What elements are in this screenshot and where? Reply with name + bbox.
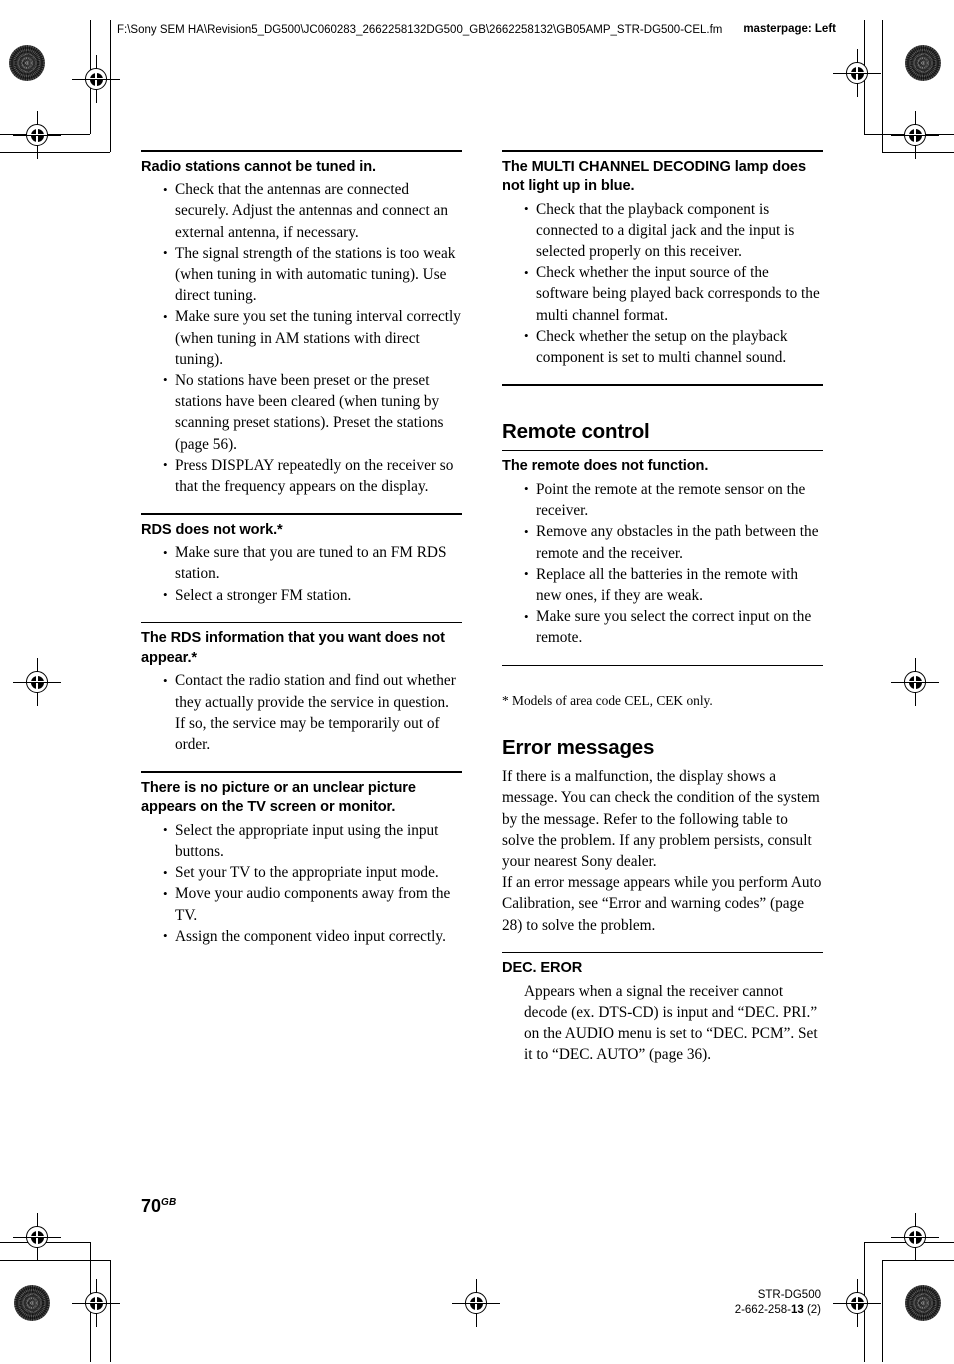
section-heading: The remote does not function.: [502, 458, 709, 475]
bullet-list: Check that the antennas are connected se…: [141, 179, 462, 497]
masterpage-label: masterpage: Left: [743, 23, 836, 35]
section-rds-not-work: RDS does not work.* Make sure that you a…: [141, 513, 462, 606]
document-code: 2-662-258-13 (2): [735, 1303, 821, 1318]
section-heading: The MULTI CHANNEL DECODING lamp does not…: [502, 158, 806, 195]
document-code-prefix: 2-662-258-: [734, 1303, 791, 1316]
section-rds-information: The RDS information that you want does n…: [141, 621, 462, 755]
list-item: Move your audio components away from the…: [163, 883, 462, 925]
bullet-list: Check that the playback component is con…: [502, 198, 823, 369]
section-title: Error messages: [502, 736, 655, 760]
list-item: Remove any obstacles in the path between…: [524, 521, 823, 563]
crop-mark-top-left: [0, 20, 120, 200]
error-code-description: Appears when a signal the receiver canno…: [524, 982, 818, 1064]
list-item: Set your TV to the appropriate input mod…: [163, 862, 462, 883]
page-number-value: 70: [141, 1196, 162, 1216]
document-code-revision: 13: [790, 1303, 804, 1316]
list-item: The signal strength of the stations is t…: [163, 242, 462, 307]
section-heading: Radio stations cannot be tuned in.: [141, 158, 376, 175]
list-item: Replace all the batteries in the remote …: [524, 563, 823, 606]
list-item: Assign the component video input correct…: [163, 925, 462, 947]
list-item: Check whether the setup on the playback …: [524, 325, 823, 368]
error-code-heading: DEC. EROR: [502, 960, 583, 977]
list-item: Check that the playback component is con…: [524, 198, 823, 263]
crop-mark-top-right: [834, 20, 954, 200]
registration-mark-top-left: [72, 55, 120, 103]
section-rule: [141, 513, 462, 515]
registration-mark-lower-left-edge: [13, 1213, 61, 1261]
bullet-list: Make sure that you are tuned to an FM RD…: [141, 542, 462, 606]
color-rosette-top-left: [9, 45, 45, 81]
footnote-area-code: * Models of area code CEL, CEK only.: [502, 693, 713, 709]
printed-page: F:\Sony SEM HA\Revision5_DG500\JC060283_…: [0, 0, 954, 1364]
registration-mark-bottom-left: [72, 1279, 120, 1327]
error-messages-intro-2: If an error message appears while you pe…: [502, 874, 822, 934]
left-column: Radio stations cannot be tuned in. Check…: [141, 150, 462, 947]
list-item: No stations have been preset or the pres…: [163, 369, 462, 455]
registration-mark-top-right: [833, 49, 881, 97]
section-rule: [502, 150, 823, 152]
list-item: Select a stronger FM station.: [163, 584, 462, 606]
list-item: Contact the radio station and find out w…: [163, 670, 462, 755]
page-number-suffix: GB: [161, 1197, 177, 1208]
bullet-list: Point the remote at the remote sensor on…: [502, 478, 823, 649]
list-item: Point the remote at the remote sensor on…: [524, 478, 823, 521]
list-item: Check that the antennas are connected se…: [163, 179, 462, 243]
registration-mark-upper-right-edge: [891, 111, 939, 159]
section-rule: [141, 621, 462, 624]
bullet-list: Contact the radio station and find out w…: [141, 670, 462, 755]
section-heading: RDS does not work.*: [141, 521, 283, 538]
section-heading: There is no picture or an unclear pictur…: [141, 779, 416, 816]
section-remote-control: Remote control The remote does not funct…: [502, 419, 823, 649]
model-number: STR-DG500: [757, 1289, 821, 1301]
color-rosette-top-right: [905, 45, 941, 81]
page-number: 70GB: [141, 1193, 176, 1216]
section-rule: [141, 150, 462, 152]
registration-mark-upper-left-edge: [13, 111, 61, 159]
list-item: Make sure that you are tuned to an FM RD…: [163, 542, 462, 584]
section-no-picture: There is no picture or an unclear pictur…: [141, 771, 462, 947]
list-item: Make sure you select the correct input o…: [524, 606, 823, 648]
colophon: STR-DG500 2-662-258-13 (2): [735, 1288, 821, 1317]
registration-mark-mid-left-edge: [13, 658, 61, 706]
color-rosette-bottom-right: [905, 1285, 941, 1321]
section-heading: The RDS information that you want does n…: [141, 630, 445, 666]
error-messages-intro: If there is a malfunction, the display s…: [502, 768, 820, 870]
section-radio-stations: Radio stations cannot be tuned in. Check…: [141, 150, 462, 497]
registration-mark-mid-right-edge: [891, 658, 939, 706]
registration-mark-bottom-center: [452, 1279, 500, 1327]
right-column: The MULTI CHANNEL DECODING lamp does not…: [502, 150, 823, 1066]
list-item: Check whether the input source of the so…: [524, 262, 823, 326]
section-rule: [502, 951, 823, 954]
list-item: Press DISPLAY repeatedly on the receiver…: [163, 454, 462, 497]
section-rule: [502, 449, 823, 452]
document-code-suffix: (2): [803, 1303, 821, 1316]
section-multi-channel-decoding: The MULTI CHANNEL DECODING lamp does not…: [502, 150, 823, 368]
section-error-messages: Error messages If there is a malfunction…: [502, 735, 823, 1066]
bullet-list: Select the appropriate input using the i…: [141, 819, 462, 947]
section-rule: [141, 771, 462, 773]
color-rosette-bottom-left: [14, 1285, 50, 1321]
registration-mark-lower-right-edge: [891, 1213, 939, 1261]
file-path-header: F:\Sony SEM HA\Revision5_DG500\JC060283_…: [117, 24, 723, 36]
list-item: Make sure you set the tuning interval co…: [163, 306, 462, 370]
list-item: Select the appropriate input using the i…: [163, 819, 462, 862]
section-title: Remote control: [502, 419, 650, 443]
registration-mark-bottom-right: [833, 1279, 881, 1327]
